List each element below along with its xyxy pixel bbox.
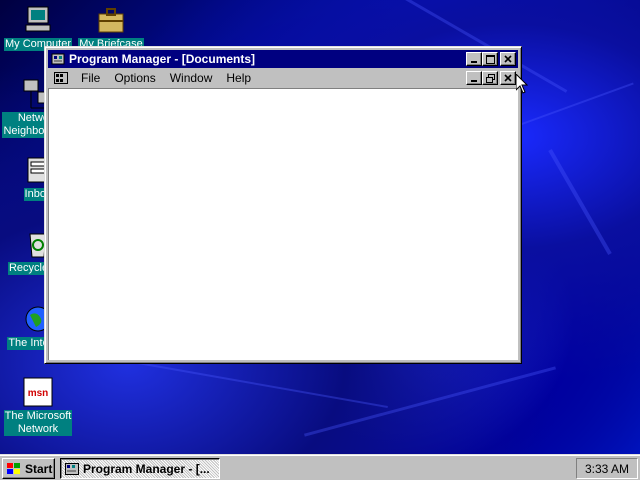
my-computer-icon <box>22 4 54 36</box>
program-manager-icon <box>65 462 79 475</box>
document-close-button[interactable] <box>500 71 516 85</box>
document-minimize-button[interactable] <box>466 71 482 85</box>
menu-help[interactable]: Help <box>219 71 258 85</box>
desktop: My Computer My Briefcase Network Neighbo… <box>0 0 640 454</box>
desktop-icon-my-computer[interactable]: My Computer <box>2 4 74 51</box>
svg-text:msn: msn <box>28 388 49 399</box>
windows-logo-icon <box>6 462 22 476</box>
maximize-button[interactable] <box>482 52 498 66</box>
maximize-icon <box>485 54 495 64</box>
documents-client-area[interactable] <box>48 88 518 360</box>
taskbar-button-label: Program Manager - [... <box>83 461 210 476</box>
menu-window[interactable]: Window <box>163 71 220 85</box>
start-button[interactable]: Start <box>2 458 55 479</box>
briefcase-icon <box>95 4 127 36</box>
taskbar-button-program-manager[interactable]: Program Manager - [... <box>60 458 220 479</box>
document-window-system-menu-icon[interactable] <box>54 72 68 84</box>
minimize-button[interactable] <box>466 52 482 66</box>
window-titlebar[interactable]: Program Manager - [Documents] <box>48 50 518 68</box>
mouse-pointer-icon <box>516 74 528 94</box>
taskbar: Start Program Manager - [... 3:33 AM <box>0 454 640 480</box>
document-window-controls <box>466 71 518 85</box>
restore-icon <box>485 73 495 83</box>
window-title: Program Manager - [Documents] <box>69 52 256 66</box>
program-manager-window[interactable]: Program Manager - [Documents] File Optio… <box>44 46 522 364</box>
desktop-icon-my-briefcase[interactable]: My Briefcase <box>75 4 147 51</box>
minimize-icon <box>471 80 477 82</box>
minimize-icon <box>471 61 477 63</box>
menubar: File Options Window Help <box>48 69 518 87</box>
menu-file[interactable]: File <box>74 71 107 85</box>
desktop-icon-label: The Microsoft Network <box>3 410 73 436</box>
close-button[interactable] <box>500 52 516 66</box>
start-label: Start <box>25 461 53 476</box>
close-icon <box>504 55 512 63</box>
close-icon <box>504 74 512 82</box>
desktop-icon-msn[interactable]: msn The Microsoft Network <box>2 376 74 436</box>
system-tray: 3:33 AM <box>576 458 638 479</box>
msn-icon: msn <box>22 376 54 408</box>
clock[interactable]: 3:33 AM <box>585 462 629 476</box>
program-manager-icon[interactable] <box>51 52 65 66</box>
document-restore-button[interactable] <box>482 71 498 85</box>
menu-options[interactable]: Options <box>107 71 162 85</box>
